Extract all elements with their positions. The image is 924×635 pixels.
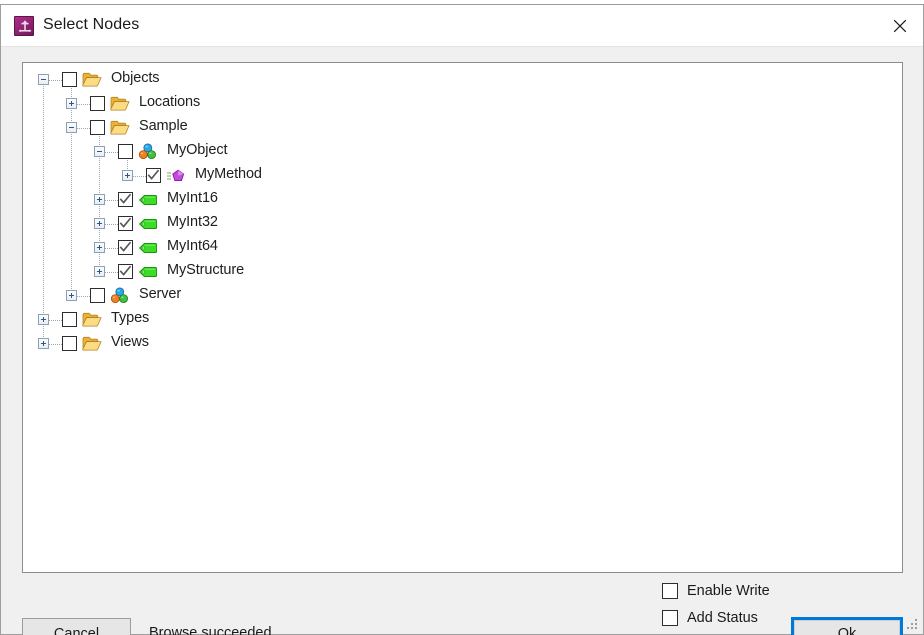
- screen: Select Nodes Objects Locations Sample My…: [0, 0, 924, 635]
- ok-button-label: Ok: [794, 620, 900, 635]
- node-checkbox[interactable]: [118, 264, 133, 279]
- node-checkbox[interactable]: [90, 288, 105, 303]
- tree-node-label: MyInt64: [167, 238, 218, 254]
- node-checkbox[interactable]: [118, 216, 133, 231]
- folder-icon: [110, 95, 130, 113]
- object-icon: [110, 287, 130, 305]
- tree-node-row[interactable]: MyStructure: [23, 260, 902, 284]
- tree-node-label: Server: [139, 286, 182, 302]
- tree-node-row[interactable]: MyObject: [23, 140, 902, 164]
- expand-icon[interactable]: [38, 314, 49, 325]
- cancel-button[interactable]: Cancel: [22, 618, 131, 635]
- folder-icon: [82, 311, 102, 329]
- collapse-icon[interactable]: [38, 74, 49, 85]
- tree-node-label: MyInt32: [167, 214, 218, 230]
- tree-node-label: Objects: [111, 70, 160, 86]
- tree-node-label: Sample: [139, 118, 188, 134]
- window-title: Select Nodes: [43, 16, 140, 33]
- tree-node-label: MyInt16: [167, 190, 218, 206]
- tree-node-row[interactable]: Locations: [23, 92, 902, 116]
- ok-button[interactable]: Ok: [791, 617, 903, 635]
- add-status-checkbox[interactable]: [662, 610, 678, 626]
- enable-write-option[interactable]: Enable Write: [662, 583, 770, 599]
- collapse-icon[interactable]: [94, 146, 105, 157]
- variable-icon: [138, 191, 158, 209]
- tree-node-label: MyStructure: [167, 262, 245, 278]
- folder-icon: [82, 71, 102, 89]
- tree-node-label: Types: [111, 310, 150, 326]
- variable-icon: [138, 215, 158, 233]
- tree-node-row[interactable]: MyInt32: [23, 212, 902, 236]
- node-checkbox[interactable]: [90, 96, 105, 111]
- variable-icon: [138, 239, 158, 257]
- node-checkbox[interactable]: [118, 240, 133, 255]
- folder-icon: [82, 335, 102, 353]
- object-icon: [138, 143, 158, 161]
- node-checkbox[interactable]: [90, 120, 105, 135]
- expand-icon[interactable]: [94, 218, 105, 229]
- node-tree: Objects Locations Sample MyObject MyMeth…: [23, 63, 902, 572]
- expand-icon[interactable]: [38, 338, 49, 349]
- expand-icon[interactable]: [66, 98, 77, 109]
- expand-icon[interactable]: [94, 266, 105, 277]
- variable-icon: [138, 263, 158, 281]
- enable-write-checkbox[interactable]: [662, 583, 678, 599]
- node-checkbox[interactable]: [146, 168, 161, 183]
- tree-node-label: MyMethod: [195, 166, 262, 182]
- tree-node-label: Views: [111, 334, 149, 350]
- tree-node-row[interactable]: Sample: [23, 116, 902, 140]
- status-message: Browse succeeded.: [149, 625, 276, 635]
- enable-write-label: Enable Write: [687, 583, 770, 599]
- method-icon: [166, 167, 186, 185]
- tree-node-row[interactable]: MyInt64: [23, 236, 902, 260]
- tree-node-row[interactable]: Types: [23, 308, 902, 332]
- expand-icon[interactable]: [94, 194, 105, 205]
- tree-node-row[interactable]: MyMethod: [23, 164, 902, 188]
- expand-icon[interactable]: [122, 170, 133, 181]
- tree-node-label: Locations: [139, 94, 201, 110]
- add-status-label: Add Status: [687, 610, 758, 626]
- title-bar: Select Nodes: [1, 5, 923, 46]
- node-tree-panel[interactable]: Objects Locations Sample MyObject MyMeth…: [22, 62, 903, 573]
- select-nodes-dialog: Select Nodes Objects Locations Sample My…: [0, 5, 924, 635]
- expand-icon[interactable]: [94, 242, 105, 253]
- add-status-option[interactable]: Add Status: [662, 610, 758, 626]
- tree-node-row[interactable]: Objects: [23, 68, 902, 92]
- resize-grip[interactable]: [905, 617, 919, 631]
- expand-icon[interactable]: [66, 290, 77, 301]
- node-checkbox[interactable]: [118, 144, 133, 159]
- tree-node-row[interactable]: Views: [23, 332, 902, 356]
- tree-node-row[interactable]: MyInt16: [23, 188, 902, 212]
- node-checkbox[interactable]: [62, 72, 77, 87]
- dialog-client-area: Objects Locations Sample MyObject MyMeth…: [1, 47, 923, 635]
- node-checkbox[interactable]: [62, 336, 77, 351]
- folder-icon: [110, 119, 130, 137]
- node-checkbox[interactable]: [118, 192, 133, 207]
- tree-node-row[interactable]: Server: [23, 284, 902, 308]
- collapse-icon[interactable]: [66, 122, 77, 133]
- app-icon: [14, 16, 34, 36]
- tree-node-label: MyObject: [167, 142, 228, 158]
- node-checkbox[interactable]: [62, 312, 77, 327]
- close-icon[interactable]: [876, 5, 923, 46]
